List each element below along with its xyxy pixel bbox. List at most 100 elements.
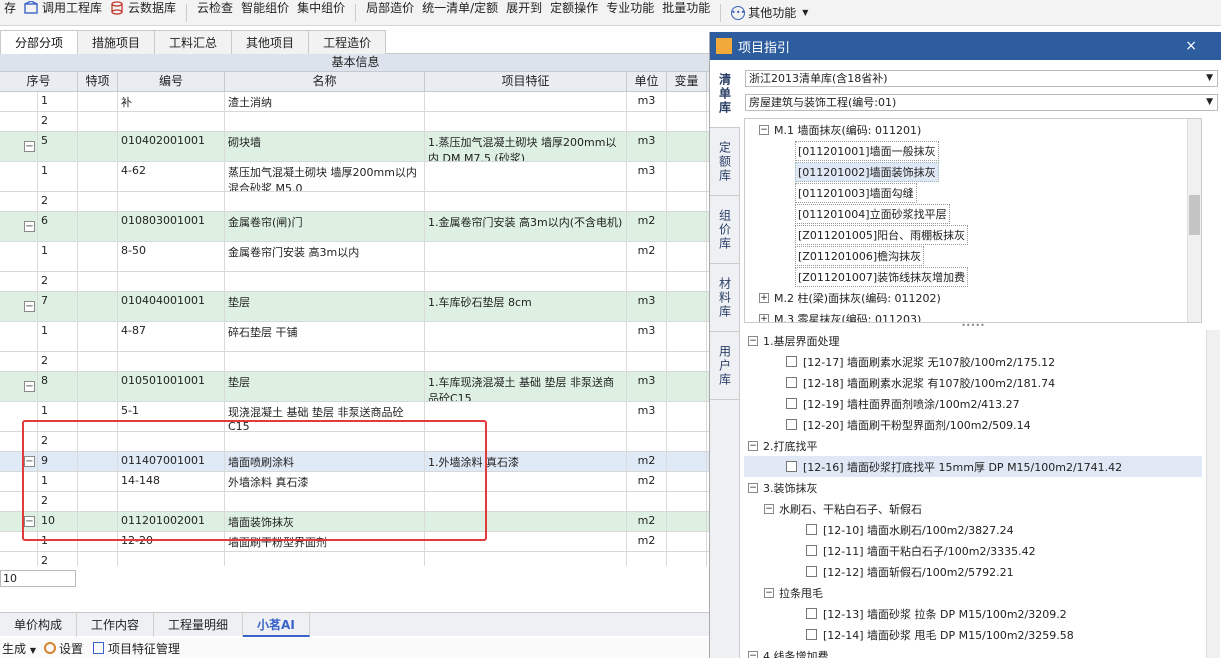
quota-group[interactable]: −4.线条增加费 [744, 645, 1202, 658]
code-cell[interactable] [118, 552, 225, 566]
special-cell[interactable] [78, 242, 118, 271]
toolbar-btn-6[interactable]: 统一清单/定额 [418, 0, 502, 21]
name-cell[interactable]: 金属卷帘门安装 高3m以内 [225, 242, 425, 271]
name-cell[interactable] [225, 192, 425, 211]
detail-tab-0[interactable]: 单价构成 [0, 612, 78, 637]
variable-cell[interactable] [667, 552, 707, 566]
quota-checkbox[interactable] [806, 524, 817, 535]
name-cell[interactable]: 金属卷帘(闸)门 [225, 212, 425, 241]
unit-cell[interactable]: m3 [627, 372, 667, 401]
unit-cell[interactable] [627, 492, 667, 511]
table-row[interactable]: 1 4-62 蒸压加气混凝土砌块 墙厚200mm以内 混合砂浆 M5.0 m3 [0, 162, 711, 192]
quota-item[interactable]: [12-13] 墙面砂浆 拉条 DP M15/100m2/3209.2 [744, 603, 1202, 624]
bill-tree-scrollbar[interactable] [1187, 119, 1201, 322]
tree-item[interactable]: [Z011201005]阳台、雨棚板抹灰 [745, 224, 1201, 245]
code-cell[interactable]: 010501001001 [118, 372, 225, 401]
special-cell[interactable] [78, 112, 118, 131]
seq-cell[interactable]: 2 [38, 552, 78, 566]
table-row[interactable]: 1 补渣土消纳 m3 [0, 92, 711, 112]
expander-cell[interactable] [0, 552, 38, 566]
variable-cell[interactable] [667, 432, 707, 451]
name-cell[interactable] [225, 272, 425, 291]
unit-cell[interactable] [627, 552, 667, 566]
special-cell[interactable] [78, 432, 118, 451]
table-row[interactable]: 2 [0, 112, 711, 132]
expander-cell[interactable] [0, 472, 38, 491]
feature-cell[interactable]: 1.车库砂石垫层 8cm [425, 292, 627, 321]
quota-group[interactable]: − 水刷石、干粘白石子、斩假石 [744, 498, 1202, 519]
table-row[interactable]: 1 12-20 墙面刷干粉型界面剂 m2 [0, 532, 711, 552]
variable-cell[interactable] [667, 372, 707, 401]
quota-checkbox[interactable] [786, 461, 797, 472]
collapse-icon[interactable]: − [24, 516, 35, 527]
tab-0[interactable]: 分部分项 [0, 30, 79, 54]
name-cell[interactable]: 砌块墙 [225, 132, 425, 161]
quota-group[interactable]: −3.装饰抹灰 [744, 477, 1202, 498]
tree-item[interactable]: [011201001]墙面一般抹灰 [745, 140, 1201, 161]
code-cell[interactable]: 5-1 [118, 402, 225, 431]
code-cell[interactable] [118, 112, 225, 131]
code-cell[interactable]: 12-20 [118, 532, 225, 551]
name-cell[interactable]: 墙面装饰抹灰 [225, 512, 425, 531]
tree-item[interactable]: [Z011201006]檐沟抹灰 [745, 245, 1201, 266]
vtab-2[interactable]: 组价库 [710, 196, 740, 264]
feature-cell[interactable] [425, 352, 627, 371]
variable-cell[interactable] [667, 132, 707, 161]
tree-item[interactable]: [011201004]立面砂浆找平层 [745, 203, 1201, 224]
special-cell[interactable] [78, 322, 118, 351]
tab-3[interactable]: 其他项目 [231, 30, 310, 54]
expander-cell[interactable]: − [0, 132, 38, 161]
more-functions-button[interactable]: ••• 其他功能 ▼ [731, 4, 808, 21]
collapse-icon[interactable]: − [748, 482, 758, 493]
expander-cell[interactable] [0, 162, 38, 191]
col-header-unit[interactable]: 单位 [627, 72, 667, 91]
variable-cell[interactable] [667, 192, 707, 211]
tree-item[interactable]: + M.2 柱(梁)面抹灰(编码: 011202) [745, 287, 1201, 308]
seq-cell[interactable]: 5 [38, 132, 78, 161]
quota-checkbox[interactable] [806, 566, 817, 577]
generate-button[interactable]: 生成 ▼ [2, 640, 36, 657]
collapse-icon[interactable]: − [759, 124, 769, 135]
unit-cell[interactable]: m3 [627, 322, 667, 351]
code-cell[interactable] [118, 352, 225, 371]
variable-cell[interactable] [667, 402, 707, 431]
quota-item[interactable]: [12-10] 墙面水刷石/100m2/3827.24 [744, 519, 1202, 540]
collapse-icon[interactable]: − [764, 503, 774, 514]
feature-cell[interactable] [425, 322, 627, 351]
unit-cell[interactable]: m2 [627, 472, 667, 491]
table-row[interactable]: −5 010402001001 砌块墙 1.蒸压加气混凝土砌块 墙厚200mm以内 D… [0, 132, 711, 162]
quota-item[interactable]: [12-18] 墙面刷素水泥浆 有107胶/100m2/181.74 [744, 372, 1202, 393]
code-cell[interactable]: 011407001001 [118, 452, 225, 471]
name-cell[interactable]: 现浇混凝土 基础 垫层 非泵送商品砼C15 [225, 402, 425, 431]
feature-manage-button[interactable]: 项目特征管理 [93, 640, 180, 657]
name-cell[interactable]: 外墙涂料 真石漆 [225, 472, 425, 491]
special-cell[interactable] [78, 132, 118, 161]
quota-group[interactable]: − 拉条甩毛 [744, 582, 1202, 603]
variable-cell[interactable] [667, 512, 707, 531]
special-cell[interactable] [78, 352, 118, 371]
toolbar-btn-2[interactable]: 云检查 [193, 0, 237, 21]
vtab-3[interactable]: 材料库 [710, 264, 740, 332]
variable-cell[interactable] [667, 162, 707, 191]
quota-item[interactable]: [12-11] 墙面干粘白石子/100m2/3335.42 [744, 540, 1202, 561]
quota-checkbox[interactable] [786, 398, 797, 409]
variable-cell[interactable] [667, 322, 707, 351]
expand-icon[interactable]: + [759, 292, 769, 303]
quota-item[interactable]: [12-14] 墙面砂浆 甩毛 DP M15/100m2/3259.58 [744, 624, 1202, 645]
feature-cell[interactable] [425, 552, 627, 566]
detail-tab-1[interactable]: 工作内容 [77, 612, 155, 637]
expander-cell[interactable]: − [0, 292, 38, 321]
table-row[interactable]: 1 5-1 现浇混凝土 基础 垫层 非泵送商品砼C15 m3 [0, 402, 711, 432]
collapse-icon[interactable]: − [748, 650, 758, 658]
special-cell[interactable] [78, 192, 118, 211]
tree-item[interactable]: [011201003]墙面勾缝 [745, 182, 1201, 203]
unit-cell[interactable]: m3 [627, 92, 667, 111]
feature-cell[interactable]: 1.蒸压加气混凝土砌块 墙厚200mm以内 DM M7.5 (砂浆) [425, 132, 627, 161]
tree-item[interactable]: [011201002]墙面装饰抹灰 [745, 161, 1201, 182]
unit-cell[interactable]: m2 [627, 512, 667, 531]
special-cell[interactable] [78, 212, 118, 241]
table-row[interactable]: 2 [0, 272, 711, 292]
feature-cell[interactable] [425, 242, 627, 271]
code-cell[interactable]: 8-50 [118, 242, 225, 271]
variable-cell[interactable] [667, 452, 707, 471]
